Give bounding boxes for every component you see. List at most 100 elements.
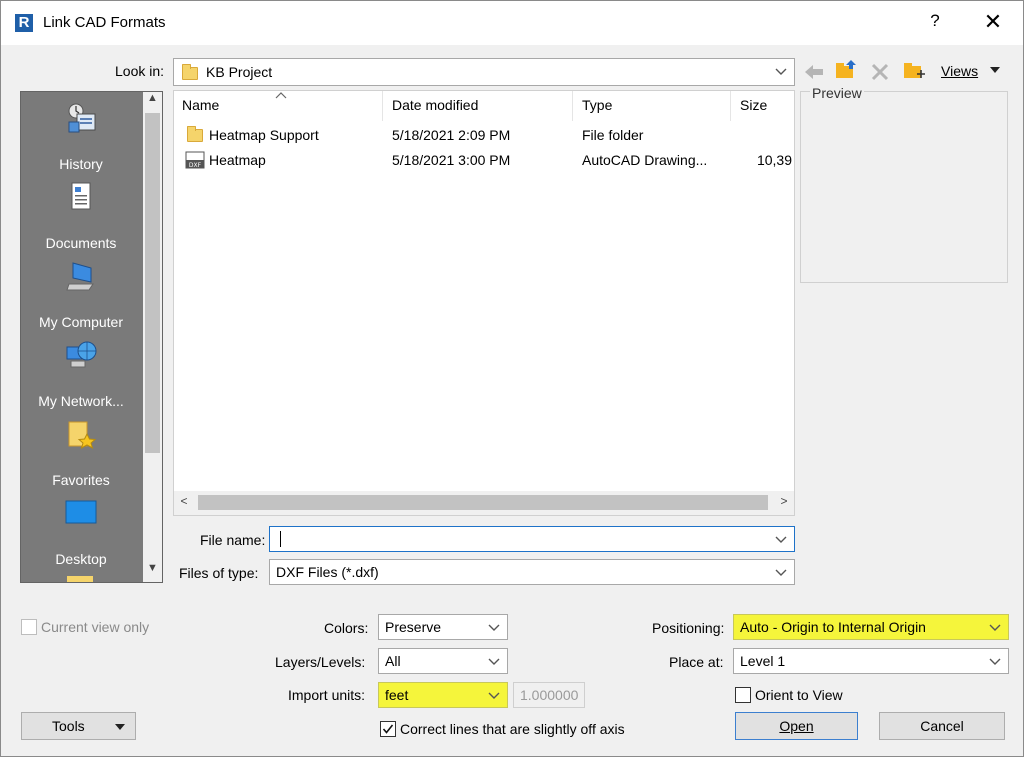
preview-pane xyxy=(800,91,1008,283)
file-type: AutoCAD Drawing... xyxy=(582,152,708,168)
dropdown-triangle-icon xyxy=(115,724,125,730)
chevron-down-icon xyxy=(989,658,1001,665)
correct-lines-label: Correct lines that are slightly off axis xyxy=(400,721,625,737)
window-title: Link CAD Formats xyxy=(43,14,166,31)
place-favorites[interactable]: Favorites xyxy=(21,412,141,490)
link-cad-formats-dialog: R Link CAD Formats ? ✕ Look in: KB Proje… xyxy=(0,0,1024,757)
up-folder-icon[interactable] xyxy=(833,57,859,83)
look-in-value: KB Project xyxy=(206,64,273,80)
computer-icon xyxy=(66,262,94,291)
place-label: My Network... xyxy=(38,393,124,409)
places-list: History Documents My Computer My Network… xyxy=(21,92,141,582)
file-size: 10,39 xyxy=(756,152,792,168)
file-row[interactable]: Heatmap Support 5/18/2021 2:09 PM File f… xyxy=(182,123,792,147)
places-scrollbar[interactable]: ▲ ▼ xyxy=(143,92,162,582)
file-name-label: File name: xyxy=(200,532,266,548)
look-in-label: Look in: xyxy=(115,63,165,79)
place-my-network[interactable]: My Network... xyxy=(21,333,141,411)
place-label: History xyxy=(59,156,103,172)
correct-lines-checkbox[interactable] xyxy=(380,721,396,737)
positioning-label: Positioning: xyxy=(652,620,725,636)
layers-levels-combo[interactable]: All xyxy=(378,648,508,674)
help-button[interactable]: ? xyxy=(925,11,945,31)
file-row[interactable]: DXF Heatmap 5/18/2021 3:00 PM AutoCAD Dr… xyxy=(182,148,792,172)
column-separator xyxy=(382,91,383,121)
chevron-down-icon xyxy=(775,68,787,75)
look-in-combo[interactable]: KB Project xyxy=(173,58,795,86)
place-at-combo[interactable]: Level 1 xyxy=(733,648,1009,674)
place-at-label: Place at: xyxy=(669,654,724,670)
close-button[interactable]: ✕ xyxy=(981,9,1005,35)
import-units-label: Import units: xyxy=(288,687,366,703)
file-type: File folder xyxy=(582,127,644,143)
file-date: 5/18/2021 2:09 PM xyxy=(392,127,511,143)
import-units-combo[interactable]: feet xyxy=(378,682,508,708)
tools-label: Tools xyxy=(52,718,85,734)
column-separator xyxy=(572,91,573,121)
file-list-hscrollbar[interactable]: < > xyxy=(174,491,794,515)
scroll-right-icon[interactable]: > xyxy=(774,494,794,508)
place-history[interactable]: History xyxy=(21,96,141,174)
scroll-thumb[interactable] xyxy=(145,113,160,453)
network-icon xyxy=(66,341,97,368)
places-bar: History Documents My Computer My Network… xyxy=(20,91,163,583)
delete-icon[interactable] xyxy=(867,59,893,85)
column-header-date[interactable]: Date modified xyxy=(392,97,478,113)
files-of-type-combo[interactable]: DXF Files (*.dxf) xyxy=(269,559,795,585)
place-label: Desktop xyxy=(55,551,107,567)
chevron-down-icon xyxy=(488,658,500,665)
desktop-icon xyxy=(65,500,97,524)
file-list: Name Date modified Type Size Heatmap Sup… xyxy=(173,90,795,516)
sort-ascending-icon xyxy=(275,92,287,99)
import-scale-value: 1.000000 xyxy=(520,687,579,703)
colors-label: Colors: xyxy=(324,620,369,636)
scroll-left-icon[interactable]: < xyxy=(174,494,194,508)
place-at-value: Level 1 xyxy=(740,653,786,669)
views-button[interactable]: Views xyxy=(941,63,978,79)
scroll-down-icon[interactable]: ▼ xyxy=(143,562,162,582)
layers-levels-value: All xyxy=(385,653,401,669)
preview-label: Preview xyxy=(810,85,864,101)
revit-app-icon: R xyxy=(15,14,33,32)
svg-text:DXF: DXF xyxy=(189,162,202,169)
column-header-name[interactable]: Name xyxy=(182,97,219,113)
column-header-size[interactable]: Size xyxy=(740,97,767,113)
cancel-label: Cancel xyxy=(920,718,964,734)
scroll-up-icon[interactable]: ▲ xyxy=(143,92,162,112)
chevron-down-icon xyxy=(488,692,500,699)
open-label: Open xyxy=(779,718,814,734)
column-header-type[interactable]: Type xyxy=(582,97,612,113)
layers-levels-label: Layers/Levels: xyxy=(275,654,366,670)
file-date: 5/18/2021 3:00 PM xyxy=(392,152,511,168)
file-name: Heatmap xyxy=(209,152,266,168)
hscroll-thumb[interactable] xyxy=(198,495,768,510)
new-folder-icon[interactable] xyxy=(901,57,927,83)
file-name: Heatmap Support xyxy=(209,127,319,143)
import-scale-field: 1.000000 xyxy=(513,682,585,708)
chevron-down-icon[interactable] xyxy=(774,530,788,548)
file-name-input[interactable] xyxy=(269,526,795,552)
back-arrow-icon[interactable] xyxy=(801,59,827,85)
positioning-combo[interactable]: Auto - Origin to Internal Origin xyxy=(733,614,1009,640)
tools-button[interactable]: Tools xyxy=(21,712,136,740)
files-of-type-value: DXF Files (*.dxf) xyxy=(276,564,379,580)
current-view-only-checkbox[interactable] xyxy=(21,619,37,635)
documents-icon xyxy=(71,182,91,210)
cancel-button[interactable]: Cancel xyxy=(879,712,1005,740)
colors-combo[interactable]: Preserve xyxy=(378,614,508,640)
column-separator xyxy=(730,91,731,121)
folder-icon xyxy=(182,64,198,80)
chevron-down-icon xyxy=(775,569,787,576)
chevron-down-icon xyxy=(488,624,500,631)
checkmark-icon xyxy=(382,724,394,734)
files-of-type-label: Files of type: xyxy=(179,565,259,581)
orient-to-view-checkbox[interactable] xyxy=(735,687,751,703)
views-dropdown-icon[interactable] xyxy=(989,65,1001,75)
place-documents[interactable]: Documents xyxy=(21,175,141,253)
folder-icon xyxy=(187,126,203,142)
text-caret xyxy=(280,531,281,547)
dxf-file-icon: DXF xyxy=(185,151,205,169)
place-desktop[interactable]: Desktop xyxy=(21,491,141,569)
place-my-computer[interactable]: My Computer xyxy=(21,254,141,332)
open-button[interactable]: Open xyxy=(735,712,858,740)
